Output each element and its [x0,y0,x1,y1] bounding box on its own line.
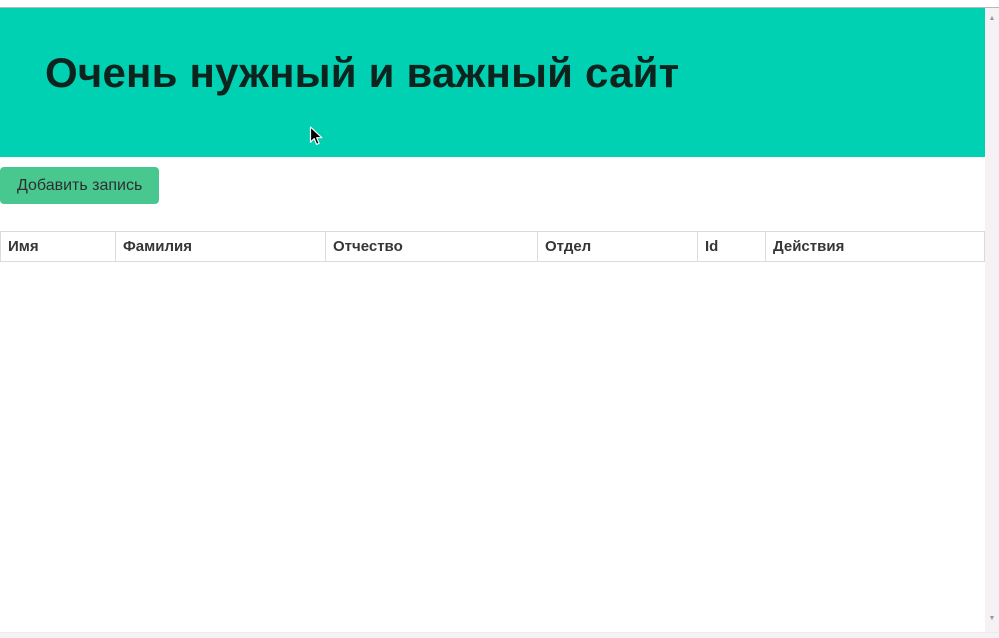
column-header-department: Отдел [538,232,698,262]
column-header-actions: Действия [766,232,985,262]
page-title: Очень нужный и важный сайт [0,8,985,96]
column-header-surname: Фамилия [116,232,326,262]
top-edge-strip [0,0,999,8]
column-header-name: Имя [1,232,116,262]
scroll-down-button[interactable]: ▼ [985,611,999,625]
add-record-button[interactable]: Добавить запись [0,167,159,204]
records-table: Имя Фамилия Отчество Отдел Id Действия [0,231,985,262]
down-arrow-icon: ▼ [989,615,996,622]
up-arrow-icon: ▲ [989,15,996,22]
scroll-up-button[interactable]: ▲ [985,11,999,25]
records-table-container: Имя Фамилия Отчество Отдел Id Действия [0,231,985,262]
horizontal-scrollbar[interactable] [0,632,999,638]
hero-banner: Очень нужный и важный сайт [0,8,985,157]
column-header-id: Id [698,232,766,262]
column-header-patronymic: Отчество [326,232,538,262]
table-header-row: Имя Фамилия Отчество Отдел Id Действия [1,232,985,262]
vertical-scrollbar[interactable]: ▲ ▼ [985,8,999,633]
